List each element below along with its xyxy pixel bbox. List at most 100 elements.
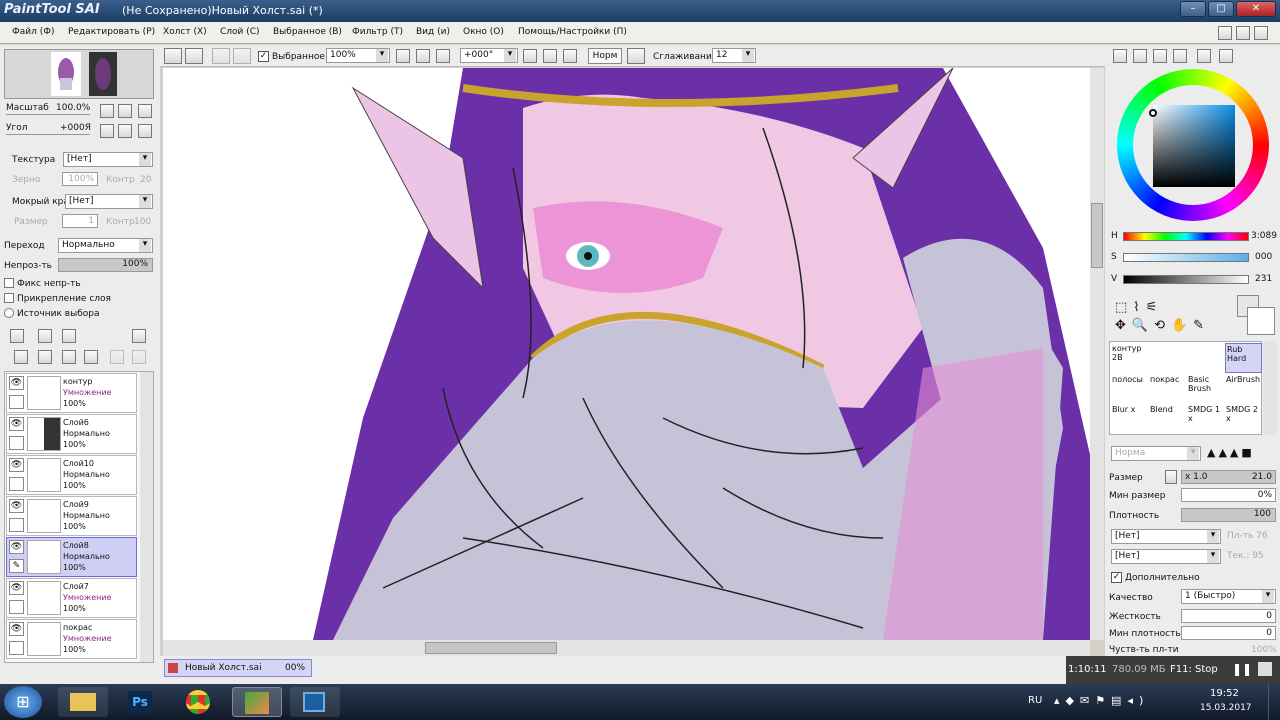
brush-texture2-select[interactable]: [Нет] xyxy=(1111,549,1221,564)
close-button[interactable]: ✕ xyxy=(1236,1,1276,17)
eye-icon[interactable]: 👁 xyxy=(9,458,24,472)
eye-icon[interactable]: 👁 xyxy=(9,499,24,513)
lock-checkbox[interactable] xyxy=(9,600,24,614)
menu-canvas[interactable]: Холст (Х) xyxy=(163,27,207,37)
link-mask-icon[interactable] xyxy=(132,350,146,364)
menu-selection[interactable]: Выбранное (В) xyxy=(273,27,342,37)
blend-mode-select[interactable]: Нормально xyxy=(58,238,153,253)
grain-value[interactable]: 100% xyxy=(62,172,98,186)
horizontal-scroll-thumb[interactable] xyxy=(425,642,557,654)
hue-slider[interactable] xyxy=(1123,232,1249,241)
capture-taskbar-icon[interactable] xyxy=(290,687,340,717)
wet-edge-select[interactable]: [Нет] xyxy=(65,194,153,209)
brush-basic[interactable]: Basic Brush xyxy=(1187,374,1224,404)
new-folder-icon[interactable] xyxy=(62,329,76,343)
clock-date[interactable]: 15.03.2017 xyxy=(1200,703,1252,713)
clip-layer-checkbox[interactable] xyxy=(4,293,14,303)
density-slider[interactable]: 100 xyxy=(1181,508,1276,522)
eye-icon[interactable]: 👁 xyxy=(9,540,24,554)
invert-selection-button[interactable] xyxy=(233,48,251,64)
rotate-reset-toolbar-button[interactable] xyxy=(563,49,577,63)
menu-close-button[interactable] xyxy=(1254,26,1268,40)
lock-checkbox[interactable] xyxy=(9,518,24,532)
size-value[interactable]: 1 xyxy=(62,214,98,228)
rotate-ccw-button[interactable] xyxy=(523,49,537,63)
undo-button[interactable] xyxy=(164,48,182,64)
brush-icon[interactable]: ✎ xyxy=(9,559,24,573)
brush-stripes[interactable]: полосы xyxy=(1111,374,1148,404)
layer-item[interactable]: 👁 контур Умножение 100% xyxy=(6,373,137,413)
layer-item[interactable]: 👁 Слой7 Умножение 100% xyxy=(6,578,137,618)
photoshop-taskbar-icon[interactable]: Ps xyxy=(116,687,166,717)
chrome-taskbar-icon[interactable] xyxy=(174,687,224,717)
explorer-taskbar-icon[interactable] xyxy=(58,687,108,717)
layer-item-selected[interactable]: 👁 ✎ Слой8 Нормально 100% xyxy=(6,537,137,577)
eye-icon[interactable]: 👁 xyxy=(9,581,24,595)
scale-value[interactable]: 100.0% xyxy=(56,103,90,113)
menu-help[interactable]: Помощь/Настройки (П) xyxy=(518,27,627,37)
deselect-button[interactable] xyxy=(212,48,230,64)
menu-filter[interactable]: Фильтр (Т) xyxy=(352,27,403,37)
zoom-in-button[interactable] xyxy=(118,104,132,118)
scratchpad-tab-icon[interactable] xyxy=(1219,49,1233,63)
menu-window[interactable]: Окно (О) xyxy=(463,27,504,37)
fix-opacity-checkbox[interactable] xyxy=(4,278,14,288)
menu-maximize-button[interactable] xyxy=(1236,26,1250,40)
saturation-slider[interactable] xyxy=(1123,253,1249,262)
tool-icons[interactable]: ⬚⌇⚟ ✥🔍⟲✋✎ xyxy=(1115,299,1215,339)
brush-paint[interactable]: покрас xyxy=(1149,374,1186,404)
new-layer-icon[interactable] xyxy=(10,329,24,343)
zoom-reset-button[interactable] xyxy=(138,104,152,118)
mixer-tab-icon[interactable] xyxy=(1173,49,1187,63)
layer-mask-icon[interactable] xyxy=(132,329,146,343)
brush-grid-scrollbar[interactable] xyxy=(1263,341,1277,435)
zoom-out-toolbar-button[interactable] xyxy=(396,49,410,63)
brush-texture-select[interactable]: [Нет] xyxy=(1111,529,1221,544)
contrast2-value[interactable]: 100 xyxy=(134,217,151,227)
lock-checkbox[interactable] xyxy=(9,395,24,409)
redo-button[interactable] xyxy=(185,48,203,64)
brush-smdg1[interactable]: SMDG 1 x xyxy=(1187,404,1224,434)
selection-source-radio[interactable] xyxy=(4,308,14,318)
delete-layer-icon[interactable] xyxy=(84,350,98,364)
color-picker-cursor[interactable] xyxy=(1149,109,1157,117)
contrast-value[interactable]: 20 xyxy=(140,175,151,185)
menu-file[interactable]: Файл (Ф) xyxy=(12,27,55,37)
brush-blur[interactable]: Blur x xyxy=(1111,404,1148,434)
advanced-checkbox[interactable]: ✓ xyxy=(1111,572,1122,583)
menu-layer[interactable]: Слой (С) xyxy=(220,27,260,37)
quality-select[interactable]: 1 (Быстро) xyxy=(1181,589,1276,604)
eye-icon[interactable]: 👁 xyxy=(9,417,24,431)
smoothing-select[interactable]: 12 xyxy=(712,48,756,63)
menu-view[interactable]: Вид (и) xyxy=(416,27,450,37)
merge-down-icon[interactable] xyxy=(38,350,52,364)
brush-contour[interactable]: контур 2В xyxy=(1111,343,1148,373)
brush-size-slider[interactable]: x 1.0 21.0 xyxy=(1181,470,1276,484)
brush-mode-select[interactable]: Норма xyxy=(1111,446,1201,461)
canvas[interactable] xyxy=(163,68,1090,640)
texture-select[interactable]: [Нет] xyxy=(63,152,153,167)
opacity-slider[interactable]: 100% xyxy=(58,258,153,272)
maximize-button[interactable]: □ xyxy=(1208,1,1234,17)
tray-icons[interactable]: ▴◆✉⚑▤◂) xyxy=(1054,694,1149,707)
transfer-down-icon[interactable] xyxy=(14,350,28,364)
brush-airbrush[interactable]: AirBrush xyxy=(1225,374,1262,404)
lock-checkbox[interactable] xyxy=(9,436,24,450)
brush-empty-1[interactable] xyxy=(1149,343,1186,373)
layer-list-scrollbar[interactable] xyxy=(140,372,153,662)
document-tab[interactable]: Новый Холст.sai 00% xyxy=(164,659,312,677)
swatches-tab-icon[interactable] xyxy=(1197,49,1211,63)
rotate-right-button[interactable] xyxy=(118,124,132,138)
menu-restore-button[interactable] xyxy=(1218,26,1232,40)
canvas-horizontal-scrollbar[interactable] xyxy=(163,640,1090,656)
minimize-button[interactable]: – xyxy=(1180,1,1206,17)
layer-item[interactable]: 👁 Слой6 Нормально 100% xyxy=(6,414,137,454)
brush-rub-hard[interactable]: Rub Hard xyxy=(1225,343,1262,373)
layer-item[interactable]: 👁 покрас Умножение 100% xyxy=(6,619,137,659)
selection-checkbox[interactable]: ✓ xyxy=(258,51,269,62)
start-button[interactable]: ⊞ xyxy=(4,686,42,718)
rotation-select[interactable]: +000° xyxy=(460,48,518,63)
rotate-cw-button[interactable] xyxy=(543,49,557,63)
rotate-left-button[interactable] xyxy=(100,124,114,138)
brush-shape-icons[interactable]: ▲▲▲■ xyxy=(1207,446,1277,461)
